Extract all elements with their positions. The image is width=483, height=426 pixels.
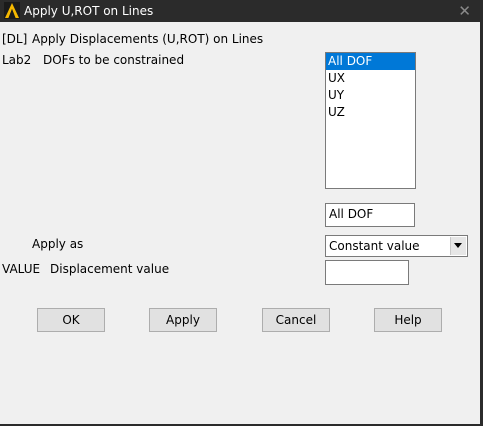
- title-bar[interactable]: Apply U,ROT on Lines ✕: [0, 0, 483, 22]
- apply-as-select[interactable]: Constant value: [325, 235, 468, 257]
- dof-option-all[interactable]: All DOF: [326, 53, 415, 70]
- window-title: Apply U,ROT on Lines: [24, 4, 154, 18]
- apply-button[interactable]: Apply: [149, 308, 217, 332]
- header-code: [DL]: [2, 32, 28, 46]
- chevron-down-icon: [454, 243, 462, 248]
- apply-as-label: Apply as: [32, 237, 84, 251]
- lab2-text: DOFs to be constrained: [43, 53, 185, 67]
- header-text: Apply Displacements (U,ROT) on Lines: [32, 32, 264, 46]
- help-button[interactable]: Help: [374, 308, 442, 332]
- dof-listbox[interactable]: All DOF UX UY UZ: [325, 52, 416, 189]
- dof-text-field[interactable]: All DOF: [325, 203, 415, 227]
- ansys-logo-icon: [4, 2, 20, 19]
- dof-option-uy[interactable]: UY: [326, 87, 415, 104]
- close-icon[interactable]: ✕: [458, 2, 471, 20]
- value-code: VALUE: [2, 262, 41, 276]
- dof-option-ux[interactable]: UX: [326, 70, 415, 87]
- value-text: Displacement value: [50, 262, 170, 276]
- apply-as-value: Constant value: [329, 239, 420, 253]
- dof-option-uz[interactable]: UZ: [326, 104, 415, 121]
- dropdown-button[interactable]: [450, 237, 466, 255]
- ok-button[interactable]: OK: [37, 308, 105, 332]
- cancel-button[interactable]: Cancel: [262, 308, 330, 332]
- lab2-code: Lab2: [2, 53, 32, 67]
- dialog-body: [DL] Apply Displacements (U,ROT) on Line…: [0, 22, 480, 424]
- displacement-value-field[interactable]: [325, 260, 409, 285]
